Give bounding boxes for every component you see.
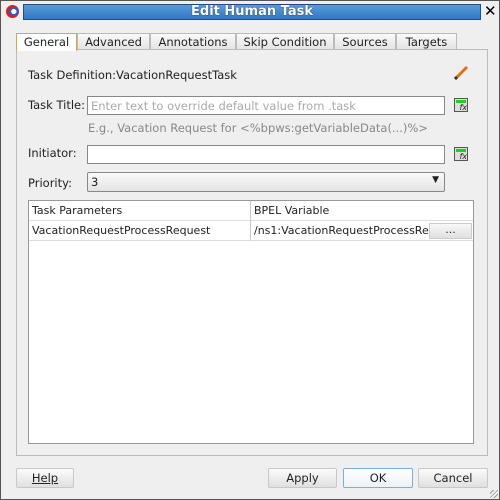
- apply-button[interactable]: Apply: [268, 468, 337, 488]
- expression-builder-icon[interactable]: fx: [454, 147, 468, 161]
- resize-grip[interactable]: [490, 490, 498, 498]
- task-title-input[interactable]: [87, 96, 445, 115]
- ok-button[interactable]: OK: [343, 468, 413, 488]
- cancel-button[interactable]: Cancel: [418, 468, 488, 488]
- tab-annotations[interactable]: Annotations: [150, 33, 236, 50]
- task-definition-value: VacationRequestTask: [116, 68, 237, 82]
- help-button[interactable]: Help: [16, 468, 74, 488]
- tab-general[interactable]: General: [16, 33, 77, 51]
- tab-advanced[interactable]: Advanced: [77, 33, 150, 50]
- dialog-window: Edit Human Task ✕ General Advanced Annot…: [0, 0, 500, 500]
- task-definition-label: Task Definition:: [28, 68, 117, 82]
- tab-targets[interactable]: Targets: [396, 33, 457, 50]
- tab-sources[interactable]: Sources: [334, 33, 396, 50]
- app-icon: [6, 5, 19, 18]
- apply-label: Apply: [286, 471, 319, 485]
- priority-select[interactable]: 3 ▼: [87, 172, 445, 192]
- initiator-input[interactable]: [87, 145, 445, 164]
- column-header-bpel-variable[interactable]: BPEL Variable: [251, 201, 473, 221]
- task-parameter-cell[interactable]: VacationRequestProcessRequest: [29, 221, 251, 241]
- tab-skip-condition[interactable]: Skip Condition: [236, 33, 334, 50]
- priority-value: 3: [91, 175, 99, 189]
- help-label: Help: [31, 471, 59, 485]
- initiator-label: Initiator:: [28, 146, 77, 160]
- expression-builder-icon[interactable]: fx: [454, 98, 468, 112]
- close-icon[interactable]: ✕: [484, 2, 497, 20]
- pencil-icon[interactable]: [453, 65, 469, 81]
- priority-label: Priority:: [28, 176, 72, 190]
- window-title: Edit Human Task: [23, 4, 481, 20]
- task-title-hint: E.g., Vacation Request for <%bpws:getVar…: [88, 121, 428, 135]
- column-header-task-parameters[interactable]: Task Parameters: [29, 201, 251, 221]
- task-parameters-table: Task Parameters BPEL Variable VacationRe…: [28, 200, 474, 444]
- task-title-label: Task Title:: [28, 98, 85, 112]
- browse-variable-button[interactable]: ...: [429, 223, 472, 239]
- chevron-down-icon: ▼: [432, 175, 439, 185]
